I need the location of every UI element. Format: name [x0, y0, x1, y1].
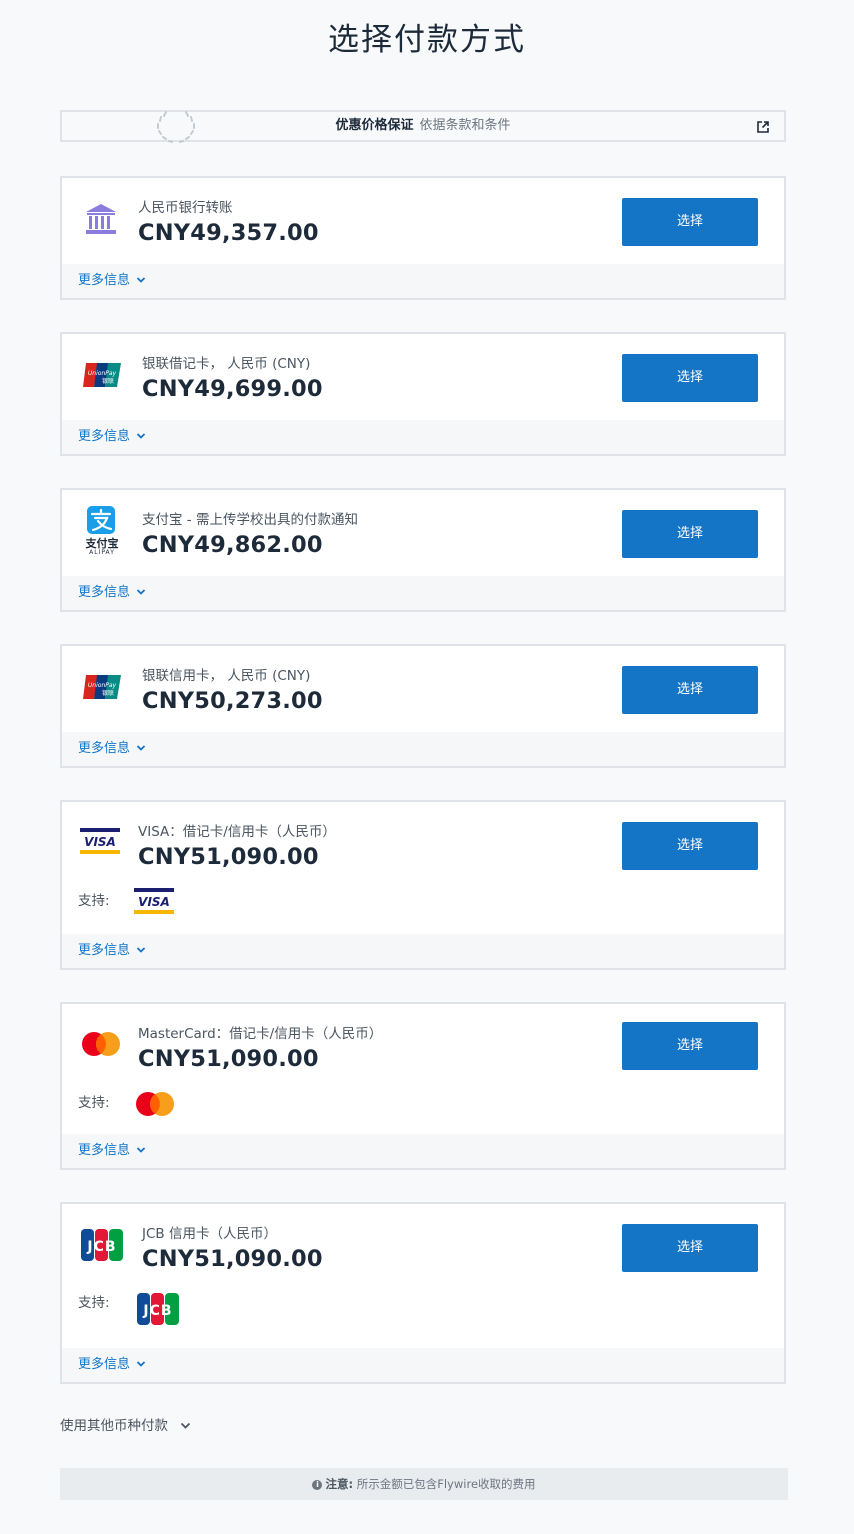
mastercard-logo — [136, 1092, 174, 1116]
more-info-toggle[interactable]: 更多信息 — [62, 732, 784, 766]
alipay-logo: 支付宝 ALIPAY — [84, 506, 119, 556]
guarantee-terms: 依据条款和条件 — [419, 118, 511, 133]
chevron-down-icon — [136, 1360, 146, 1367]
svg-text:银联: 银联 — [102, 377, 114, 385]
info-icon: i — [312, 1479, 323, 1490]
method-amount: CNY49,862.00 — [142, 532, 323, 558]
note-text: 所示金额已包含Flywire收取的费用 — [356, 1477, 536, 1491]
more-info-toggle[interactable]: 更多信息 — [62, 1348, 784, 1382]
select-button[interactable]: 选择 — [622, 1224, 758, 1272]
svg-text:JCB: JCB — [86, 1239, 116, 1255]
payment-method-visa: VISA VISA：借记卡/信用卡（人民币） CNY51,090.00 选择 支… — [60, 800, 786, 970]
method-amount: CNY51,090.00 — [138, 844, 319, 870]
price-guarantee-banner: 优惠价格保证 依据条款和条件 — [60, 110, 786, 143]
payment-method-mastercard: MasterCard：借记卡/信用卡（人民币） CNY51,090.00 选择 … — [60, 1002, 786, 1170]
method-amount: CNY49,699.00 — [142, 376, 323, 402]
visa-logo: VISA — [134, 888, 174, 914]
more-info-label: 更多信息 — [78, 943, 131, 958]
fee-note: i 注意: 所示金额已包含Flywire收取的费用 — [60, 1468, 788, 1500]
select-button[interactable]: 选择 — [622, 198, 758, 246]
method-label: 银联借记卡， 人民币 (CNY) — [142, 356, 311, 372]
svg-text:VISA: VISA — [84, 835, 116, 849]
mastercard-logo — [82, 1032, 120, 1056]
chevron-down-icon — [136, 432, 146, 439]
more-info-label: 更多信息 — [78, 585, 131, 600]
more-info-toggle[interactable]: 更多信息 — [62, 1134, 784, 1168]
method-label: 银联信用卡， 人民币 (CNY) — [142, 668, 311, 684]
chevron-down-icon — [136, 276, 146, 283]
chevron-down-icon — [136, 744, 146, 751]
unionpay-logo: UnionPay 银联 — [83, 363, 121, 387]
more-info-toggle[interactable]: 更多信息 — [62, 420, 784, 454]
svg-text:JCB: JCB — [142, 1303, 172, 1319]
method-label: JCB 信用卡（人民币） — [142, 1226, 277, 1242]
more-info-label: 更多信息 — [78, 1357, 131, 1372]
select-button[interactable]: 选择 — [622, 1022, 758, 1070]
chevron-down-icon — [180, 1422, 191, 1429]
svg-text:VISA: VISA — [138, 895, 170, 909]
chevron-down-icon — [136, 1146, 146, 1153]
more-info-toggle[interactable]: 更多信息 — [62, 264, 784, 298]
svg-text:银联: 银联 — [102, 689, 114, 697]
other-currency-toggle[interactable]: 使用其他币种付款 — [60, 1414, 191, 1434]
method-label: 人民币银行转账 — [138, 200, 233, 216]
visa-logo: VISA — [80, 828, 120, 854]
external-link-icon[interactable] — [756, 120, 770, 134]
note-label: 注意: — [325, 1477, 354, 1491]
unionpay-logo: UnionPay 银联 — [83, 675, 121, 699]
more-info-label: 更多信息 — [78, 1143, 131, 1158]
bank-icon — [86, 204, 116, 234]
payment-method-unionpay-debit: UnionPay 银联 银联借记卡， 人民币 (CNY) CNY49,699.0… — [60, 332, 786, 456]
payment-method-bank-transfer: 人民币银行转账 CNY49,357.00 选择 更多信息 — [60, 176, 786, 300]
support-label: 支持: — [78, 893, 110, 909]
more-info-label: 更多信息 — [78, 429, 131, 444]
chevron-down-icon — [136, 946, 146, 953]
more-info-label: 更多信息 — [78, 741, 131, 756]
guarantee-title: 优惠价格保证 — [335, 118, 414, 133]
more-info-label: 更多信息 — [78, 273, 131, 288]
method-label: VISA：借记卡/信用卡（人民币） — [138, 824, 336, 840]
method-amount: CNY49,357.00 — [138, 220, 319, 246]
chevron-down-icon — [136, 588, 146, 595]
payment-method-jcb: JCB JCB 信用卡（人民币） CNY51,090.00 选择 支持: JCB… — [60, 1202, 786, 1384]
method-amount: CNY51,090.00 — [142, 1246, 323, 1272]
more-info-toggle[interactable]: 更多信息 — [62, 576, 784, 610]
svg-text:UnionPay: UnionPay — [88, 370, 117, 377]
support-label: 支持: — [78, 1295, 110, 1311]
more-info-toggle[interactable]: 更多信息 — [62, 934, 784, 968]
method-amount: CNY51,090.00 — [138, 1046, 319, 1072]
support-label: 支持: — [78, 1095, 110, 1111]
select-button[interactable]: 选择 — [622, 354, 758, 402]
page-title: 选择付款方式 — [328, 22, 526, 58]
other-currency-label: 使用其他币种付款 — [60, 1418, 168, 1434]
payment-method-unionpay-credit: UnionPay 银联 银联信用卡， 人民币 (CNY) CNY50,273.0… — [60, 644, 786, 768]
svg-text:UnionPay: UnionPay — [88, 682, 117, 689]
jcb-logo: JCB — [137, 1293, 179, 1325]
method-label: 支付宝 - 需上传学校出具的付款通知 — [142, 512, 358, 528]
jcb-logo: JCB — [81, 1229, 123, 1261]
alipay-icon — [87, 506, 115, 534]
method-amount: CNY50,273.00 — [142, 688, 323, 714]
payment-method-alipay: 支付宝 ALIPAY 支付宝 - 需上传学校出具的付款通知 CNY49,862.… — [60, 488, 786, 612]
method-label: MasterCard：借记卡/信用卡（人民币） — [138, 1026, 383, 1042]
alipay-logo-subtext: ALIPAY — [89, 549, 115, 556]
select-button[interactable]: 选择 — [622, 510, 758, 558]
select-button[interactable]: 选择 — [622, 822, 758, 870]
select-button[interactable]: 选择 — [622, 666, 758, 714]
